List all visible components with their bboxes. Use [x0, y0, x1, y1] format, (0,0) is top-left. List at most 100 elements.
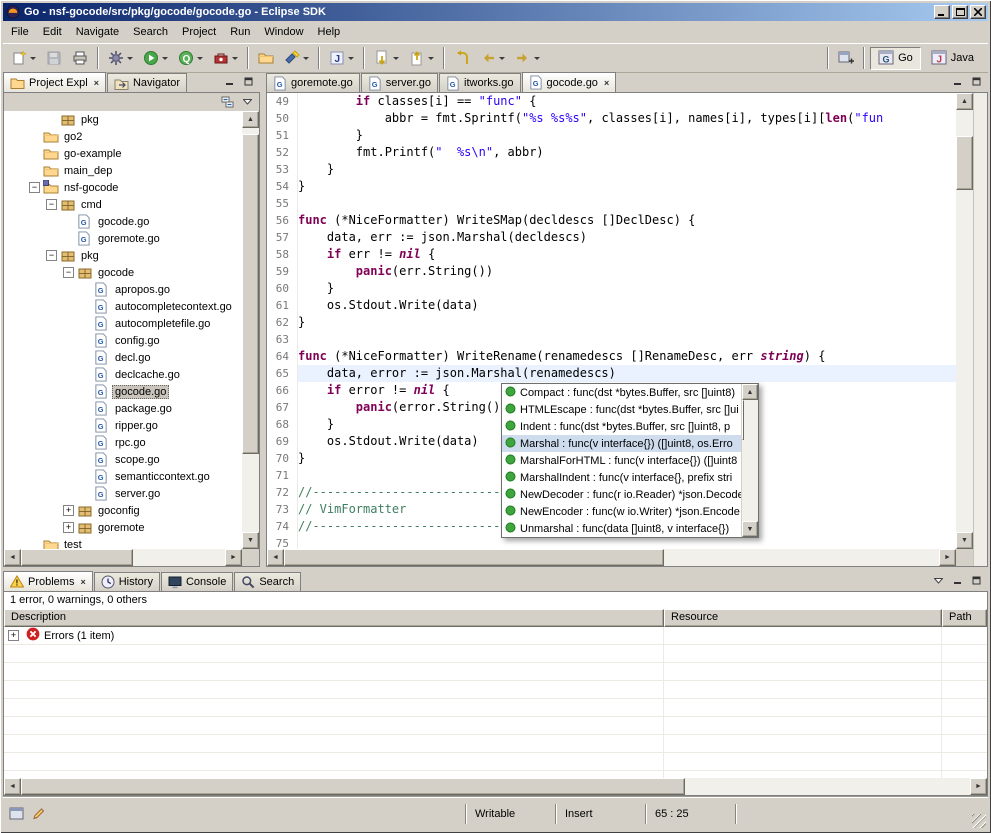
scrollbar-track[interactable]: [742, 400, 758, 521]
menu-window[interactable]: Window: [257, 22, 310, 42]
run-button[interactable]: [139, 46, 172, 70]
completion-item[interactable]: Indent : func(dst *bytes.Buffer, src []u…: [502, 418, 741, 435]
editor-body[interactable]: 49 if classes[i] == "func" {50 abbr = fm…: [266, 93, 988, 567]
fastview-icon[interactable]: [9, 806, 25, 821]
dropdown-arrow-icon[interactable]: [499, 57, 505, 60]
menu-search[interactable]: Search: [126, 22, 175, 42]
profile-button[interactable]: [209, 46, 242, 70]
open-resource-button[interactable]: [254, 46, 278, 70]
expander-icon[interactable]: −: [63, 267, 74, 278]
tree-item-gocode[interactable]: −gocode: [4, 264, 242, 281]
expander-icon[interactable]: +: [8, 630, 19, 641]
minimize-view-button[interactable]: [949, 74, 965, 89]
tree-item-ripper-go[interactable]: Gripper.go: [4, 417, 242, 434]
completion-item[interactable]: MarshalForHTML : func(v interface{}) ([]…: [502, 452, 741, 469]
tree-item-go2[interactable]: go2: [4, 128, 242, 145]
scroll-right-icon[interactable]: ►: [939, 549, 956, 566]
maximize-view-button[interactable]: [968, 573, 984, 588]
code-line-59[interactable]: 59 panic(err.String()): [267, 263, 956, 280]
scrollbar-thumb[interactable]: [284, 549, 664, 566]
code-line-54[interactable]: 54}: [267, 178, 956, 195]
view-tab-search[interactable]: Search: [234, 572, 301, 591]
column-header-path[interactable]: Path: [942, 609, 987, 627]
tree-item-autocompletecontext-go[interactable]: Gautocompletecontext.go: [4, 298, 242, 315]
dropdown-arrow-icon[interactable]: [393, 57, 399, 60]
scrollbar-thumb[interactable]: [956, 136, 973, 190]
scroll-left-icon[interactable]: ◄: [4, 549, 21, 566]
scrollbar-thumb[interactable]: [21, 549, 133, 566]
dropdown-arrow-icon[interactable]: [162, 57, 168, 60]
view-tab-console[interactable]: Console: [161, 572, 233, 591]
tree-item-gocode-go[interactable]: Ggocode.go: [4, 383, 242, 400]
completion-item[interactable]: HTMLEscape : func(dst *bytes.Buffer, src…: [502, 401, 741, 418]
scrollbar-thumb[interactable]: [742, 400, 744, 440]
menu-file[interactable]: File: [4, 22, 36, 42]
view-tab-history[interactable]: History: [94, 572, 160, 591]
dropdown-arrow-icon[interactable]: [303, 57, 309, 60]
dropdown-arrow-icon[interactable]: [348, 57, 354, 60]
code-line-55[interactable]: 55: [267, 195, 956, 212]
tree-item-gocode-go[interactable]: Ggocode.go: [4, 213, 242, 230]
tree-item-cmd[interactable]: −cmd: [4, 196, 242, 213]
code-line-52[interactable]: 52 fmt.Printf(" %s\n", abbr): [267, 144, 956, 161]
menu-navigate[interactable]: Navigate: [69, 22, 126, 42]
expander-icon[interactable]: −: [46, 199, 57, 210]
editor-hscrollbar[interactable]: ◄ ►: [267, 549, 956, 566]
popup-scrollbar[interactable]: ▲ ▼: [741, 384, 758, 537]
editor-tab-itworks-go[interactable]: Gitworks.go: [439, 73, 521, 92]
scroll-up-icon[interactable]: ▲: [242, 111, 259, 128]
tree-item-goremote-go[interactable]: Ggoremote.go: [4, 230, 242, 247]
tree-item-declcache-go[interactable]: Gdeclcache.go: [4, 366, 242, 383]
column-header-description[interactable]: Description: [4, 609, 664, 627]
run-last-launched-button[interactable]: Q: [174, 46, 207, 70]
forward-button[interactable]: [511, 46, 544, 70]
dropdown-arrow-icon[interactable]: [232, 57, 238, 60]
editor-tab-goremote-go[interactable]: Ggoremote.go: [266, 73, 360, 92]
scroll-right-icon[interactable]: ►: [225, 549, 242, 566]
code-line-57[interactable]: 57 data, err := json.Marshal(decldescs): [267, 229, 956, 246]
print-button[interactable]: [68, 46, 92, 70]
completion-item[interactable]: Unmarshal : func(data []uint8, v interfa…: [502, 520, 741, 537]
perspective-java[interactable]: JJava: [923, 47, 982, 70]
tree-hscrollbar[interactable]: ◄ ►: [4, 549, 242, 566]
completion-item[interactable]: NewEncoder : func(w io.Writer) *json.Enc…: [502, 503, 741, 520]
tree-item-go-example[interactable]: go-example: [4, 145, 242, 162]
dropdown-arrow-icon[interactable]: [197, 57, 203, 60]
dropdown-arrow-icon[interactable]: [127, 57, 133, 60]
scroll-up-icon[interactable]: ▲: [742, 384, 758, 400]
code-line-58[interactable]: 58 if err != nil {: [267, 246, 956, 263]
code-line-53[interactable]: 53 }: [267, 161, 956, 178]
tree-item-config-go[interactable]: Gconfig.go: [4, 332, 242, 349]
maximize-view-button[interactable]: [240, 74, 256, 89]
view-tab-project-expl[interactable]: Project Expl×: [3, 72, 106, 92]
external-tools-button[interactable]: [104, 46, 137, 70]
menu-edit[interactable]: Edit: [36, 22, 69, 42]
scrollbar-thumb[interactable]: [21, 778, 685, 795]
problems-hscrollbar[interactable]: ◄ ►: [4, 778, 987, 795]
maximize-button[interactable]: [952, 5, 968, 19]
tree-item-autocompletefile-go[interactable]: Gautocompletefile.go: [4, 315, 242, 332]
view-menu-button[interactable]: [239, 95, 255, 110]
tree-item-goconfig[interactable]: +goconfig: [4, 502, 242, 519]
code-line-65[interactable]: 65 data, error := json.Marshal(renamedes…: [267, 365, 956, 382]
scrollbar-thumb[interactable]: [242, 134, 259, 454]
tree-vscrollbar[interactable]: ▲ ▼: [242, 111, 259, 549]
minimize-button[interactable]: [934, 5, 950, 19]
view-tab-navigator[interactable]: Navigator: [107, 73, 187, 92]
completion-item[interactable]: NewDecoder : func(r io.Reader) *json.Dec…: [502, 486, 741, 503]
expander-icon[interactable]: −: [46, 250, 57, 261]
previous-annotation-button[interactable]: [405, 46, 438, 70]
scrollbar-track[interactable]: [956, 110, 973, 532]
close-tab-icon[interactable]: ×: [604, 78, 609, 88]
editor-vscrollbar[interactable]: ▲ ▼: [956, 93, 973, 549]
expander-icon[interactable]: +: [63, 505, 74, 516]
code-line-50[interactable]: 50 abbr = fmt.Sprintf("%s %s%s", classes…: [267, 110, 956, 127]
code-line-62[interactable]: 62}: [267, 314, 956, 331]
expander-icon[interactable]: +: [63, 522, 74, 533]
completion-item[interactable]: Compact : func(dst *bytes.Buffer, src []…: [502, 384, 741, 401]
search-button[interactable]: [280, 46, 313, 70]
collapse-all-button[interactable]: [220, 95, 236, 110]
tree-item-pkg[interactable]: −pkg: [4, 247, 242, 264]
code-line-60[interactable]: 60 }: [267, 280, 956, 297]
dropdown-arrow-icon[interactable]: [30, 57, 36, 60]
